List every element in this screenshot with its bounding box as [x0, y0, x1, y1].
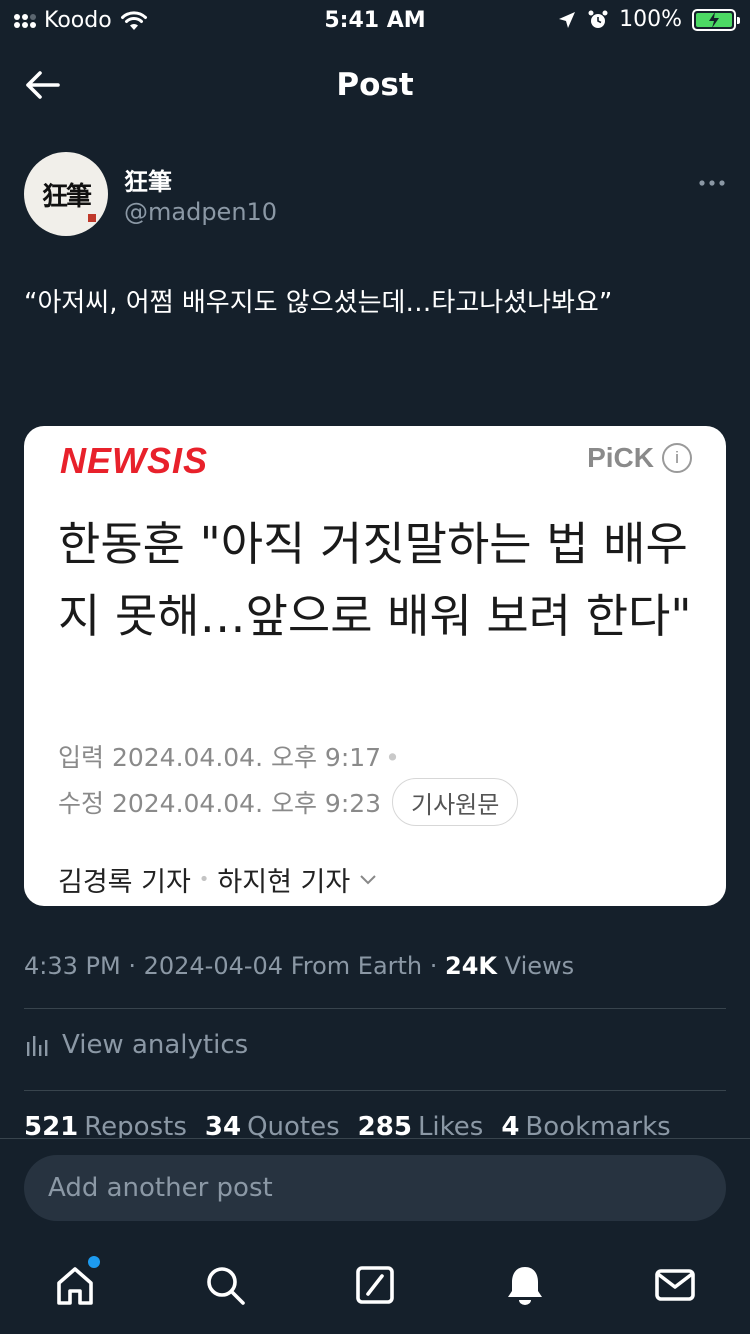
user-handle[interactable]: @madpen10 [124, 198, 277, 226]
chevron-down-icon [360, 874, 376, 884]
views-count: 24K [445, 952, 498, 980]
post-text: “아저씨, 어쩜 배우지도 않으셨는데…타고나셨나봐요” [24, 288, 613, 318]
original-article-button: 기사원문 [392, 778, 519, 826]
news-headline: 한동훈 "아직 거짓말하는 법 배우지 못해…앞으로 배워 보려 한다" [58, 517, 692, 643]
pick-label: PiCK [587, 442, 654, 473]
divider [24, 1008, 726, 1009]
back-button[interactable] [22, 65, 62, 105]
tab-compose[interactable] [350, 1260, 400, 1310]
meta-dot: • [385, 743, 400, 772]
analytics-icon [27, 1036, 48, 1056]
view-analytics-link[interactable]: View analytics [24, 1030, 248, 1060]
location-icon [559, 11, 576, 28]
more-options-button[interactable] [698, 164, 726, 194]
news-edited-date: 수정 2024.04.04. 오후 9:23 [58, 789, 382, 818]
bottom-tab-bar [0, 1248, 750, 1328]
battery-icon [692, 8, 740, 31]
news-input-date: 입력 2024.04.04. 오후 9:17 • [58, 738, 400, 774]
tab-home[interactable] [50, 1256, 100, 1310]
reply-input[interactable]: Add another post [24, 1155, 726, 1221]
post-time: 4:33 PM · 2024-04-04 From Earth · [24, 952, 446, 980]
more-icon [699, 180, 725, 186]
back-arrow-icon [26, 71, 60, 99]
divider [24, 1090, 726, 1091]
avatar[interactable]: 狂筆 [24, 152, 108, 236]
tab-notifications[interactable] [500, 1260, 550, 1310]
tab-messages[interactable] [650, 1260, 700, 1310]
pick-badge: PiCK i [587, 442, 692, 474]
post-timestamp: 4:33 PM · 2024-04-04 From Earth · 24K Vi… [24, 952, 574, 980]
news-input-text: 입력 2024.04.04. 오후 9:17 [58, 743, 382, 772]
post-image[interactable]: NEWSIS PiCK i 한동훈 "아직 거짓말하는 법 배우지 못해…앞으로… [24, 426, 726, 906]
compose-icon [356, 1266, 394, 1304]
home-icon [57, 1267, 93, 1305]
notifications-icon [508, 1267, 542, 1305]
page-title: Post [336, 67, 414, 103]
reporter-separator: • [198, 869, 210, 890]
newsis-logo: NEWSIS [60, 440, 209, 481]
tab-search[interactable] [200, 1260, 250, 1310]
views-label: Views [504, 952, 575, 980]
alarm-icon [588, 10, 608, 28]
reporter-name: 김경록 기자 [58, 867, 191, 898]
home-notification-dot [88, 1256, 100, 1268]
display-name[interactable]: 狂筆 [124, 162, 172, 197]
post-header: Post [0, 55, 750, 115]
reporter-name: 하지현 기자 [217, 867, 351, 898]
status-right: 100% [557, 7, 740, 32]
avatar-seal [88, 214, 96, 222]
info-icon: i [662, 443, 692, 473]
news-reporters: 김경록 기자 • 하지현 기자 [58, 860, 378, 899]
search-icon [207, 1267, 245, 1305]
avatar-calligraphy: 狂筆 [41, 181, 92, 212]
battery-percent: 100% [619, 7, 682, 32]
post-author: 狂筆 狂筆 @madpen10 [24, 152, 726, 238]
analytics-label: View analytics [62, 1030, 249, 1060]
status-bar: Koodo 5:41 AM 100% [0, 0, 750, 40]
messages-icon [655, 1269, 695, 1301]
